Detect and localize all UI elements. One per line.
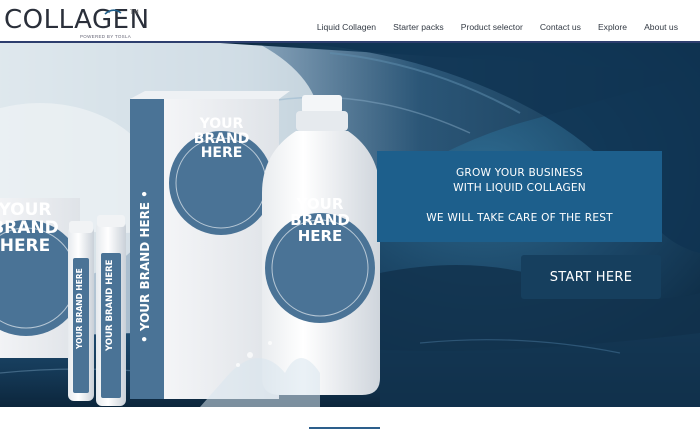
section-divider — [309, 427, 380, 429]
collagen-logo[interactable]: COLLAGEN TM POWERED BY TOSLA — [4, 4, 149, 40]
box-side-text: • YOUR BRAND HERE • — [138, 190, 152, 343]
box-brand-text: YOUR BRAND HERE — [193, 116, 250, 162]
nav-contact-us[interactable]: Contact us — [540, 22, 581, 32]
logo-swoosh-icon — [104, 9, 122, 15]
promo-line-1: GROW YOUR BUSINESS — [455, 167, 583, 179]
vial-left-text: YOUR BRAND HERE — [75, 268, 84, 349]
start-here-button[interactable]: START HERE — [521, 255, 661, 299]
bottle-brand-text: YOUR BRAND HERE — [290, 195, 350, 245]
hero-banner: YOUR BRAND HERE YOUR BRAND HERE YOUR BRA… — [0, 43, 700, 407]
nav-starter-packs[interactable]: Starter packs — [393, 22, 444, 32]
promo-line-2: WITH LIQUID COLLAGEN — [453, 182, 586, 194]
promo-panel: GROW YOUR BUSINESS WITH LIQUID COLLAGEN … — [377, 151, 662, 242]
nav-liquid-collagen[interactable]: Liquid Collagen — [317, 22, 376, 32]
nav-product-selector[interactable]: Product selector — [461, 22, 523, 32]
vial-right-text: YOUR BRAND HERE — [105, 259, 115, 352]
left-box-brand-text: YOUR BRAND HERE — [0, 200, 59, 256]
logo-trademark: TM — [130, 10, 139, 16]
promo-line-3: WE WILL TAKE CARE OF THE REST — [426, 212, 613, 224]
logo-tagline: POWERED BY TOSLA — [80, 34, 132, 39]
box-brand-label: YOUR BRAND HERE — [179, 117, 264, 161]
bottle-brand-label: YOUR BRAND HERE — [277, 195, 363, 245]
site-header: COLLAGEN TM POWERED BY TOSLA Liquid Coll… — [0, 0, 700, 43]
logo-wordmark: COLLAGEN — [4, 5, 150, 35]
left-box-brand-label: YOUR BRAND HERE — [0, 200, 70, 256]
nav-explore[interactable]: Explore — [598, 22, 627, 32]
nav-about-us[interactable]: About us — [644, 22, 678, 32]
main-nav: Liquid Collagen Starter packs Product se… — [300, 22, 678, 32]
